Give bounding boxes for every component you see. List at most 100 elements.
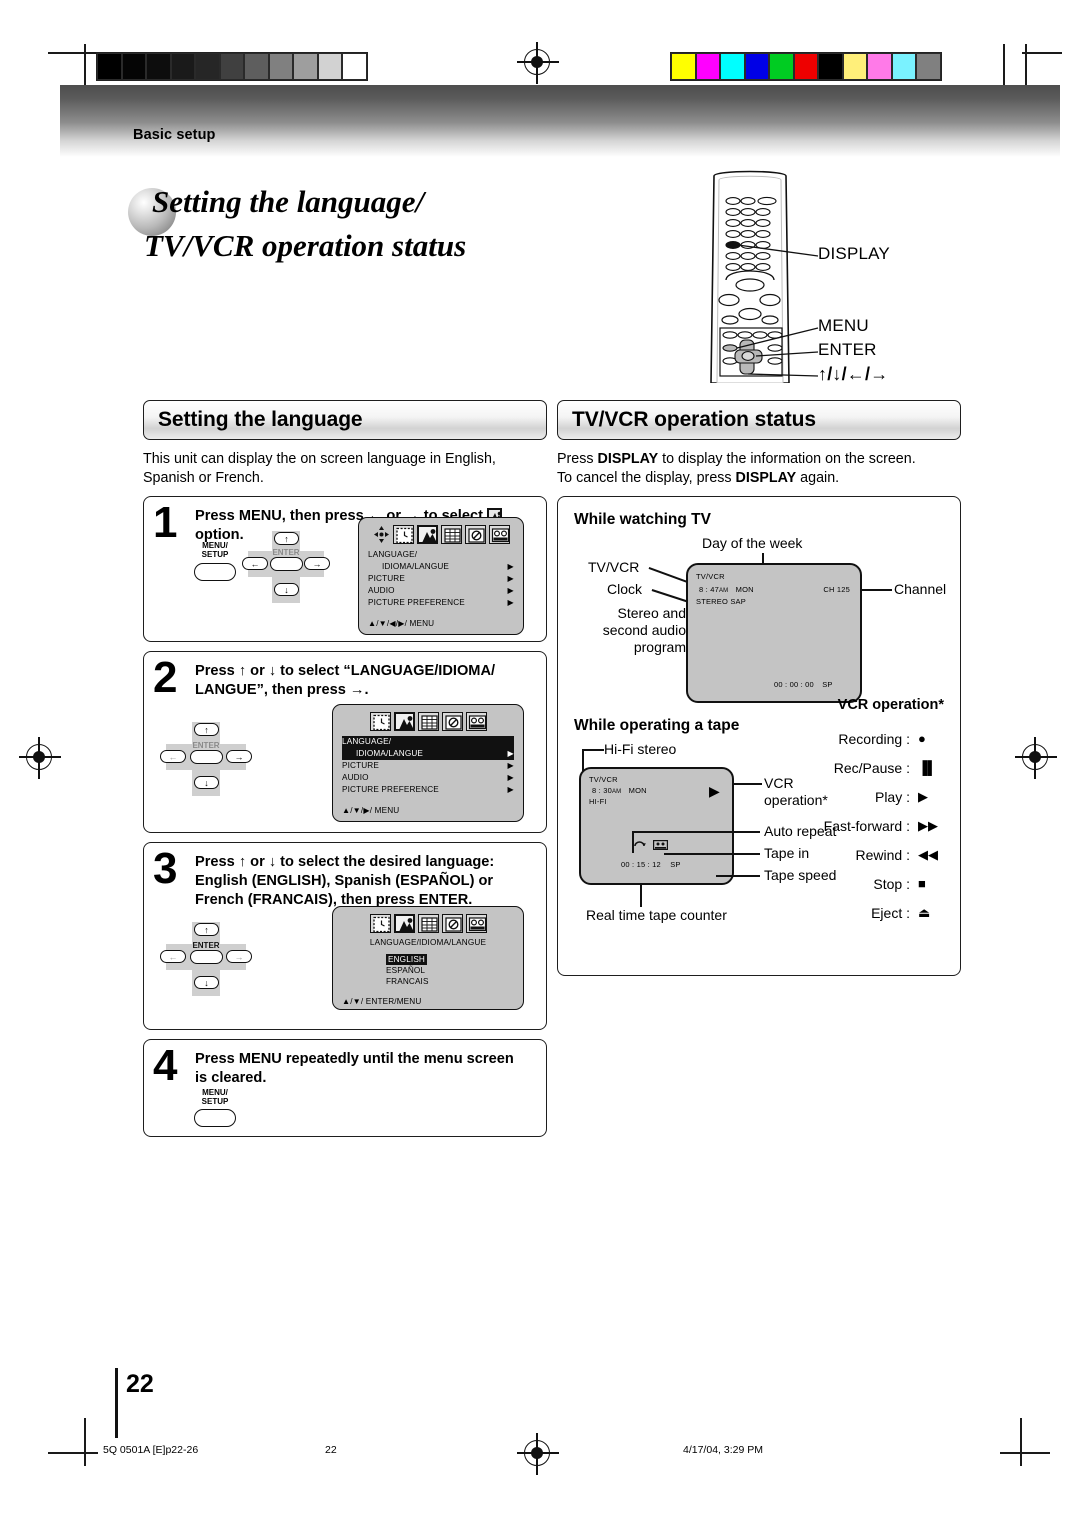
leader-tape-in bbox=[664, 853, 760, 855]
osd-menu-item[interactable]: PICTURE PREFERENCE ▶ bbox=[368, 597, 514, 609]
enter-key[interactable] bbox=[270, 557, 303, 571]
left-key[interactable]: ← bbox=[242, 557, 268, 570]
osd-icon-row bbox=[342, 914, 514, 933]
osd-menu-item-label: PICTURE PREFERENCE bbox=[342, 785, 439, 794]
osd-menu-item-label: LANGUAGE/ bbox=[368, 550, 418, 559]
osd-icon-row bbox=[342, 712, 514, 731]
page-number: 22 bbox=[126, 1370, 154, 1398]
section-heading-text: Setting the language bbox=[158, 408, 363, 431]
osd-icon-row bbox=[368, 525, 514, 544]
osd-language-option-label: ESPAÑOL bbox=[386, 966, 426, 975]
crop-mark-bl-h bbox=[48, 1452, 98, 1454]
osd-menu-item[interactable]: LANGUAGE/IDIOMA/LANGUE ▶ bbox=[368, 549, 514, 573]
osd-menu-rows: LANGUAGE/IDIOMA/LANGUE ▶ PICTURE ▶ AUDIO ▶ PIC… bbox=[342, 736, 514, 796]
menu-setup-key[interactable] bbox=[194, 1109, 236, 1127]
up-key[interactable]: ↑ bbox=[194, 923, 219, 936]
right-key[interactable]: → bbox=[226, 750, 252, 763]
step-4-text-a: Press MENU repeatedly until the menu scr… bbox=[195, 1051, 514, 1067]
osd-screen-step-3: LANGUAGE/IDIOMA/LANGUE ENGLISH ESPAÑOL FRA… bbox=[332, 906, 524, 1010]
osd-audio-mode: STEREO SAP bbox=[696, 597, 746, 606]
subheading-while-watching-tv: While watching TV bbox=[574, 511, 711, 528]
clock-icon bbox=[369, 712, 391, 731]
osd-menu-item[interactable]: PICTURE ▶ bbox=[342, 760, 514, 772]
up-key[interactable]: ↑ bbox=[274, 532, 299, 545]
page-title: Setting the language/ TV/VCR operation s… bbox=[128, 183, 688, 265]
osd-menu-item[interactable]: AUDIO ▶ bbox=[342, 772, 514, 784]
colorbar-swatch bbox=[268, 53, 293, 80]
label-stereo-line1: Stereo and bbox=[617, 605, 687, 621]
chevron-right-icon: ▶ bbox=[507, 761, 514, 770]
osd-menu-item[interactable]: PICTURE ▶ bbox=[368, 573, 514, 585]
leader-tvvcr bbox=[648, 567, 691, 584]
osd-clock-time: 8 : 30 bbox=[592, 786, 612, 795]
osd-play-glyph: ▶ bbox=[709, 783, 720, 799]
osd-language-heading: LANGUAGE/IDIOMA/LANGUE bbox=[369, 938, 487, 947]
colorbar-swatch bbox=[916, 53, 941, 80]
vcr-tape-icon bbox=[465, 914, 487, 933]
crop-mark-bl-v bbox=[84, 1418, 86, 1466]
fast-forward-icon: ▶▶ bbox=[918, 817, 938, 833]
page-number-rule bbox=[115, 1368, 118, 1438]
osd-day: MON bbox=[628, 786, 647, 795]
tvvcr-status-panel: While watching TV Day of the week TV/VCR… bbox=[557, 496, 961, 976]
section-category-label: Basic setup bbox=[133, 127, 216, 143]
tvvcr-status-intro: Press DISPLAY to display the information… bbox=[557, 450, 961, 487]
prohibited-icon bbox=[441, 914, 463, 933]
vcr-operation-label: Recording : bbox=[838, 730, 910, 747]
osd-menu-item-label: PICTURE PREFERENCE bbox=[368, 598, 465, 607]
down-key[interactable]: ↓ bbox=[274, 583, 299, 596]
left-key[interactable]: ← bbox=[160, 750, 186, 763]
leader-auto-repeat-h bbox=[632, 831, 760, 833]
remote-callout-display: DISPLAY bbox=[818, 244, 890, 263]
grid-icon bbox=[417, 712, 439, 731]
osd-menu-item[interactable]: PICTURE PREFERENCE ▶ bbox=[342, 784, 514, 796]
enter-key[interactable] bbox=[190, 750, 223, 764]
menu-setup-key[interactable] bbox=[194, 563, 236, 581]
up-key[interactable]: ↑ bbox=[194, 723, 219, 736]
step-4-text-b: is cleared. bbox=[195, 1070, 267, 1086]
osd-language-option[interactable]: ENGLISH bbox=[386, 954, 514, 965]
leader-hifi-h bbox=[582, 749, 604, 751]
label-channel: Channel bbox=[894, 581, 947, 597]
step-3: 3 Press ↑ or ↓ to select the desired lan… bbox=[143, 842, 547, 1030]
osd-menu-item[interactable]: AUDIO ▶ bbox=[368, 585, 514, 597]
colorbar-swatch bbox=[891, 53, 916, 80]
vcr-operation-row: Eject : ⏏ bbox=[769, 898, 944, 927]
tape-osd-screen: TV/VCR 8 : 30AM MON HI-FI ▶ 00 : 15 : 12 bbox=[579, 767, 734, 885]
down-key[interactable]: ↓ bbox=[194, 976, 219, 989]
crop-mark-br-v bbox=[1020, 1418, 1022, 1466]
vcr-operation-row: Fast-forward : ▶▶ bbox=[769, 811, 944, 840]
label-stereo-line2: second audio bbox=[602, 622, 686, 638]
colorbar-swatch bbox=[342, 53, 367, 80]
colorbar-swatch bbox=[671, 53, 696, 80]
leader-clock bbox=[651, 589, 687, 602]
down-key[interactable]: ↓ bbox=[194, 776, 219, 789]
grid-icon bbox=[417, 914, 439, 933]
osd-language-option[interactable]: FRANCAIS bbox=[386, 976, 514, 987]
label-tvvcr: TV/VCR bbox=[588, 559, 640, 575]
osd-language-options: ENGLISH ESPAÑOL FRANCAIS bbox=[342, 954, 514, 987]
vcr-tape-icon bbox=[465, 712, 487, 731]
step-2-number: 2 bbox=[153, 653, 178, 702]
right-key[interactable]: → bbox=[304, 557, 330, 570]
leader-vcr-operation bbox=[734, 783, 762, 785]
osd-channel-label: CH bbox=[823, 585, 835, 594]
chevron-right-icon: ▶ bbox=[507, 586, 514, 595]
colorbar-swatch bbox=[121, 53, 146, 80]
play-triangle-icon: ▶ bbox=[918, 788, 928, 804]
registration-mark-right bbox=[1015, 737, 1057, 779]
left-key[interactable]: ← bbox=[160, 950, 186, 963]
right-key[interactable]: → bbox=[226, 950, 252, 963]
colorbar-swatch bbox=[744, 53, 769, 80]
enter-key[interactable] bbox=[190, 950, 223, 964]
step-3-text: Press ↑ or ↓ to select the desired langu… bbox=[144, 843, 546, 910]
colorbar-swatch bbox=[695, 53, 720, 80]
label-clock: Clock bbox=[607, 581, 643, 597]
osd-menu-item[interactable]: LANGUAGE/IDIOMA/LANGUE ▶ bbox=[342, 736, 514, 760]
step-1-illustration: MENU/SETUP ↑ ENTER ← → ↓ LANGUAGE/ IDIOM… bbox=[144, 517, 546, 635]
osd-screen-step-2: LANGUAGE/IDIOMA/LANGUE ▶ PICTURE ▶ AUDIO ▶ PIC… bbox=[332, 704, 524, 822]
osd-language-option[interactable]: ESPAÑOL bbox=[386, 965, 514, 976]
vcr-operation-label: Eject : bbox=[871, 904, 910, 921]
osd-menu-item-label2: IDIOMA/LANGUE bbox=[382, 562, 450, 571]
pause-bars-icon: ▐▌ bbox=[918, 760, 937, 775]
